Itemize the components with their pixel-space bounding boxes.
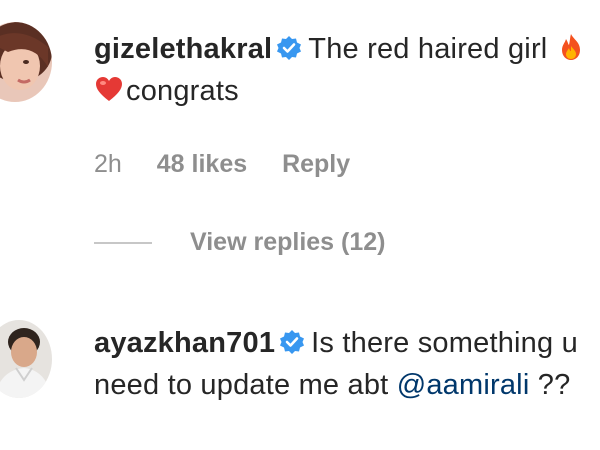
comment-text: ayazkhan701 Is there something u need to … <box>94 322 594 406</box>
comment: gizelethakral The red haired girl congrat… <box>94 28 594 112</box>
comment-body-end: ?? <box>537 369 571 401</box>
verified-badge-icon <box>276 35 302 61</box>
username[interactable]: gizelethakral <box>94 33 272 65</box>
comment-time: 2h <box>94 150 122 178</box>
likes-count[interactable]: 48 likes <box>157 150 247 178</box>
reply-button[interactable]: Reply <box>282 150 350 178</box>
comment-body: The red haired girl <box>308 33 548 65</box>
comment-meta: 2h 48 likes Reply <box>94 150 378 179</box>
red-heart-emoji-icon <box>94 74 124 104</box>
avatar[interactable] <box>0 22 52 102</box>
comment-text: gizelethakral The red haired girl congrat… <box>94 28 594 112</box>
view-replies-label: View replies (12) <box>190 228 386 256</box>
comments-screen: gizelethakral The red haired girl congrat… <box>0 0 600 450</box>
mention-link[interactable]: @aamirali <box>397 369 530 401</box>
comment-body-end: congrats <box>126 75 239 107</box>
divider-line <box>94 241 152 244</box>
fire-emoji-icon <box>556 32 586 62</box>
comment: ayazkhan701 Is there something u need to … <box>94 322 594 406</box>
username[interactable]: ayazkhan701 <box>94 327 275 359</box>
avatar[interactable] <box>0 320 52 398</box>
verified-badge-icon <box>279 329 305 355</box>
view-replies-button[interactable]: View replies (12) <box>94 228 385 257</box>
